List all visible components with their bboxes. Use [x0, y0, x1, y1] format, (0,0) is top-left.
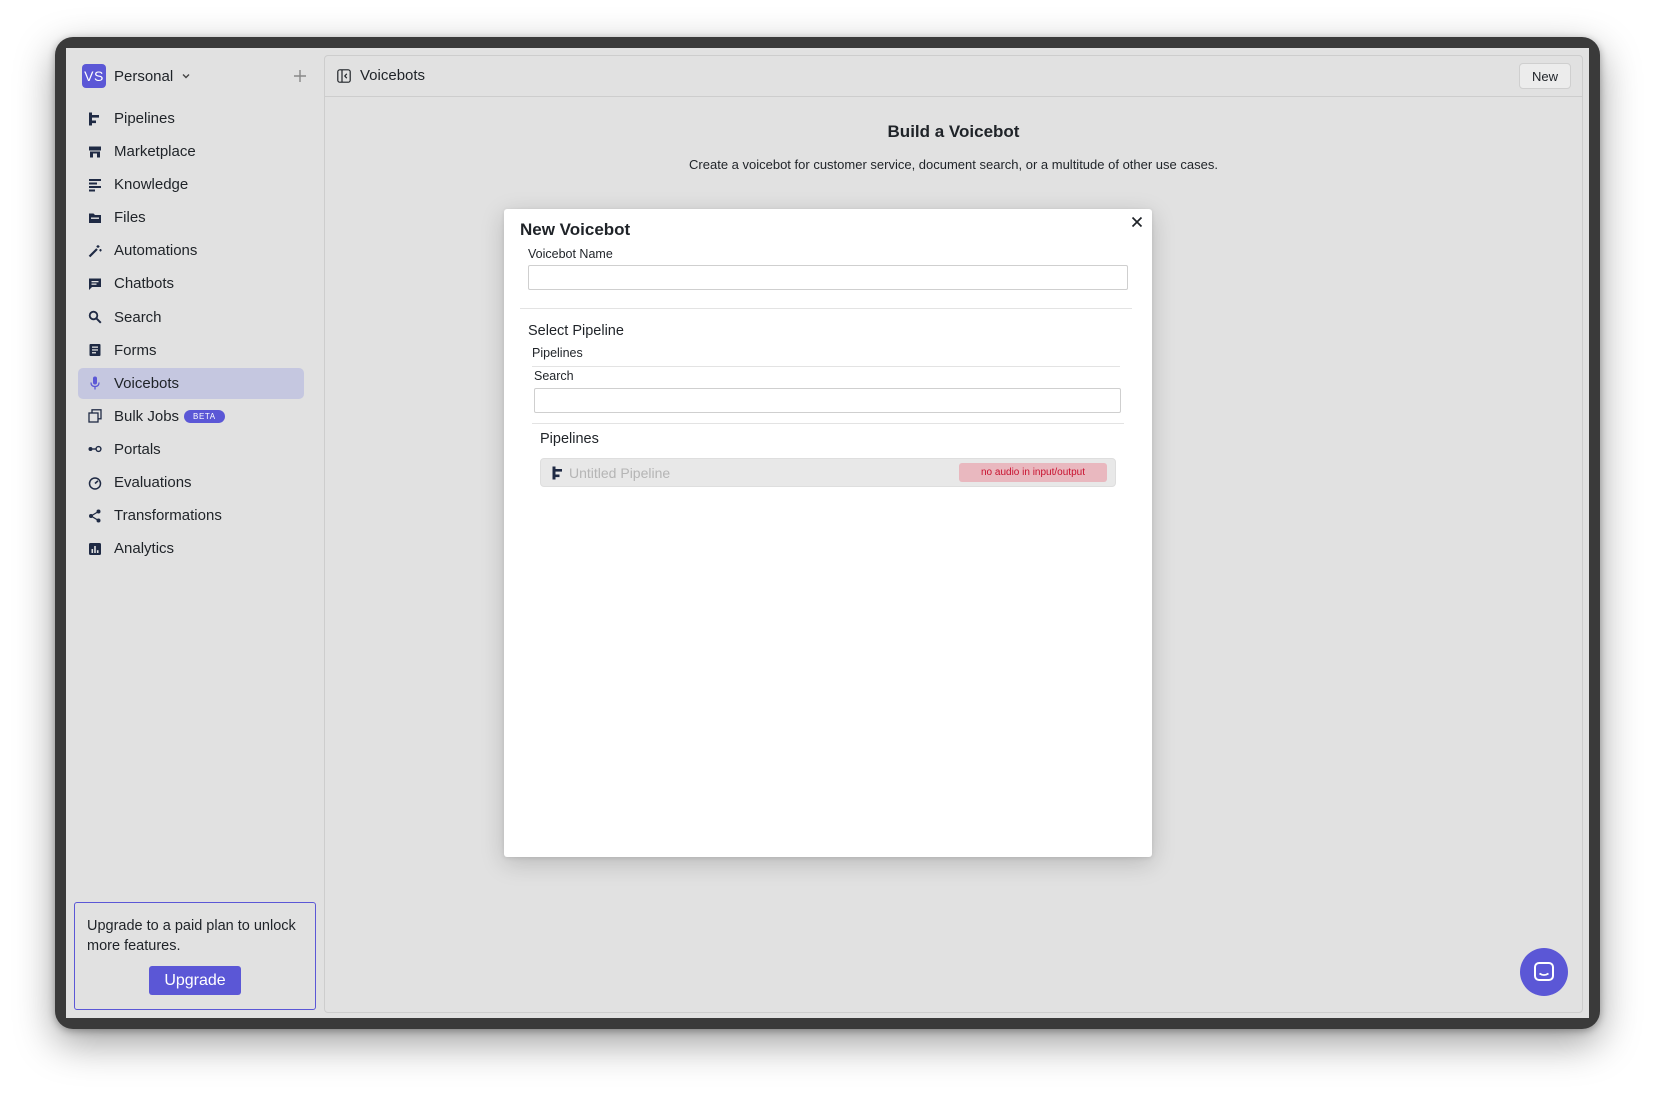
chevron-down-icon	[182, 74, 190, 79]
sidebar-item-marketplace[interactable]: Marketplace	[78, 136, 304, 167]
search-icon	[88, 310, 102, 324]
sidebar-item-portals[interactable]: Portals	[78, 434, 304, 465]
divider	[532, 423, 1124, 424]
sidebar-item-label: Portals	[114, 440, 161, 458]
divider	[520, 308, 1132, 309]
upgrade-button[interactable]: Upgrade	[149, 966, 241, 995]
pipeline-icon	[88, 112, 102, 126]
sidebar-item-chatbots[interactable]: Chatbots	[78, 268, 304, 299]
pipeline-name: Untitled Pipeline	[569, 465, 671, 481]
sidebar-item-bulk-jobs[interactable]: Bulk Jobs BETA	[78, 401, 304, 432]
main-header: Voicebots New	[325, 56, 1582, 97]
select-pipeline-title: Select Pipeline	[528, 323, 624, 339]
sidebar-nav: Pipelines Marketplace Knowledge Files Au…	[78, 103, 304, 566]
sidebar-item-label: Analytics	[114, 540, 175, 558]
wand-icon	[88, 244, 102, 258]
sidebar-item-label: Marketplace	[114, 143, 196, 161]
voicebot-name-label: Voicebot Name	[528, 247, 613, 261]
workspace-avatar: VS	[82, 64, 106, 88]
chat-launcher-button[interactable]	[1520, 948, 1568, 996]
folder-icon	[88, 211, 102, 225]
new-voicebot-modal: New Voicebot Voicebot Name Select Pipeli…	[504, 209, 1152, 857]
sidebar-item-label: Automations	[114, 242, 198, 260]
chat-icon	[88, 277, 102, 291]
sidebar-item-label: Bulk Jobs	[114, 407, 180, 425]
pipeline-icon	[552, 466, 562, 480]
gauge-icon	[88, 476, 102, 490]
tab-underline	[532, 366, 1120, 367]
sidebar-item-label: Pipelines	[114, 110, 175, 127]
pipeline-search-input[interactable]	[534, 388, 1121, 413]
status-badge: no audio in input/output	[959, 463, 1107, 482]
pipeline-search-label: Search	[534, 369, 574, 383]
share-icon	[88, 509, 102, 523]
modal-title: New Voicebot	[520, 220, 631, 239]
tab-pipelines[interactable]: Pipelines	[532, 346, 583, 360]
close-icon	[1131, 216, 1143, 228]
sidebar-item-voicebots[interactable]: Voicebots	[78, 367, 304, 399]
sidebar-item-pipelines[interactable]: Pipelines	[78, 103, 304, 134]
sidebar-item-label: Voicebots	[114, 374, 180, 392]
sidebar-item-automations[interactable]: Automations	[78, 235, 304, 266]
page-title: Voicebots	[360, 67, 426, 84]
hero-title: Build a Voicebot	[887, 122, 1020, 141]
sidebar-item-label: Transformations	[114, 507, 222, 525]
plus-icon	[294, 70, 306, 82]
portal-icon	[88, 442, 102, 456]
sidebar-item-forms[interactable]: Forms	[78, 335, 304, 366]
upgrade-card: Upgrade to a paid plan to unlock more fe…	[74, 902, 316, 1010]
sidebar-item-label: Chatbots	[114, 275, 175, 293]
workspace-name: Personal	[114, 67, 174, 85]
beta-badge: BETA	[184, 409, 225, 423]
sidebar: VS Personal Pipelines Marketplace Knowle…	[66, 48, 324, 1018]
add-workspace-button[interactable]	[290, 66, 310, 86]
sidebar-item-analytics[interactable]: Analytics	[78, 533, 304, 564]
new-button[interactable]: New	[1519, 63, 1571, 89]
sidebar-item-knowledge[interactable]: Knowledge	[78, 169, 304, 200]
chat-icon	[1534, 962, 1554, 981]
copy-icon	[88, 409, 102, 423]
list-item[interactable]: Untitled Pipeline no audio in input/outp…	[540, 458, 1116, 487]
upgrade-text: Upgrade to a paid plan to unlock more fe…	[87, 918, 296, 954]
sidebar-item-search[interactable]: Search	[78, 302, 304, 333]
sidebar-item-label: Files	[114, 209, 146, 227]
knowledge-icon	[88, 178, 102, 192]
sidebar-item-evaluations[interactable]: Evaluations	[78, 467, 304, 498]
sidebar-item-label: Search	[114, 308, 162, 326]
sidebar-toggle-icon[interactable]	[337, 69, 351, 83]
pipelines-list-title: Pipelines	[540, 431, 599, 447]
form-icon	[88, 343, 102, 357]
analytics-icon	[88, 542, 102, 556]
workspace-switcher[interactable]: VS Personal	[82, 63, 310, 89]
store-icon	[88, 145, 102, 159]
hero-subtitle: Create a voicebot for customer service, …	[689, 157, 1218, 172]
sidebar-item-label: Forms	[114, 341, 157, 359]
voicebot-name-input[interactable]	[528, 265, 1128, 290]
sidebar-item-label: Knowledge	[114, 176, 189, 194]
close-button[interactable]	[1128, 213, 1146, 231]
microphone-icon	[88, 376, 102, 390]
sidebar-item-label: Evaluations	[114, 474, 192, 492]
sidebar-item-files[interactable]: Files	[78, 202, 304, 233]
sidebar-item-transformations[interactable]: Transformations	[78, 500, 304, 531]
